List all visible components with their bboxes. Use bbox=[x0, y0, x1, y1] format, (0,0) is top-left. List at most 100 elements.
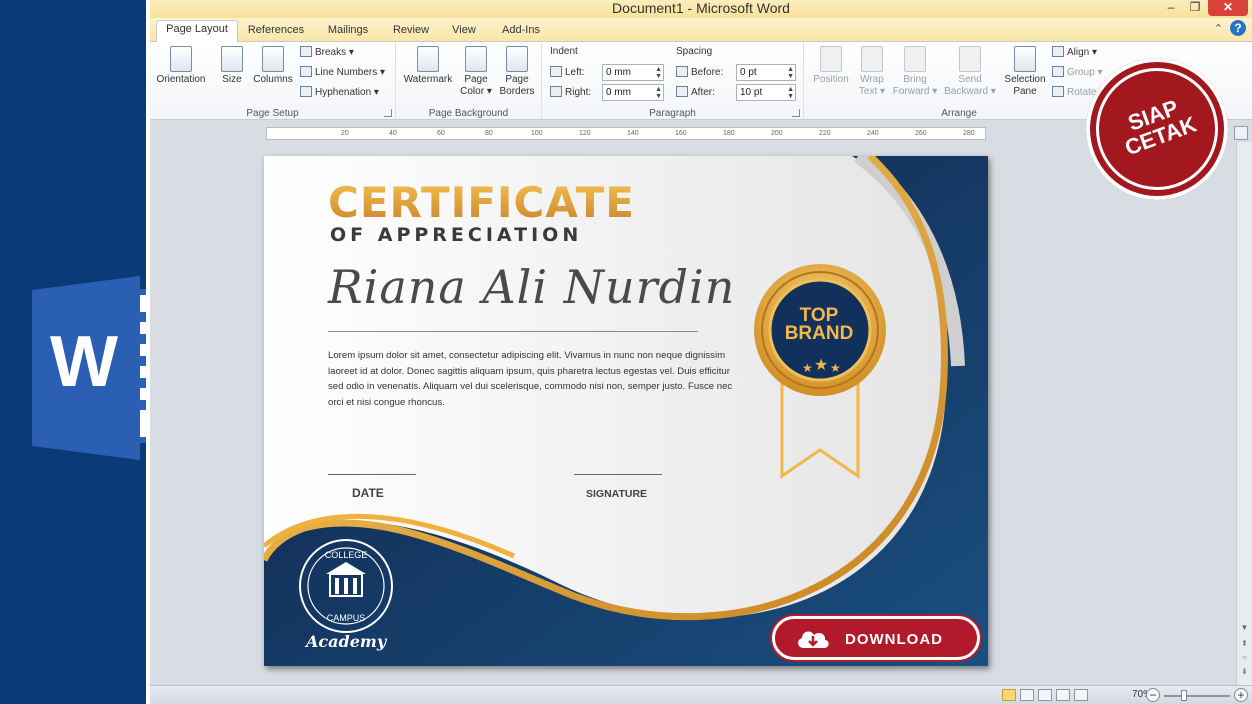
spacing-before-value: 0 pt bbox=[740, 67, 757, 78]
indent-left-input[interactable]: 0 mm ▲ ▼ bbox=[602, 64, 664, 81]
minimize-button[interactable]: – bbox=[1160, 0, 1182, 16]
zoom-out-button[interactable]: − bbox=[1146, 688, 1160, 702]
hyphenation-button[interactable]: Hyphenation ▾ bbox=[300, 86, 379, 100]
web-layout-view-icon[interactable] bbox=[1038, 689, 1052, 701]
rotate-button[interactable]: Rotate bbox=[1052, 86, 1096, 100]
help-icon[interactable]: ? bbox=[1230, 20, 1246, 36]
next-page-icon[interactable]: ⇟ bbox=[1239, 666, 1250, 677]
ruler-tick: 40 bbox=[389, 130, 397, 137]
ruler-tick: 280 bbox=[963, 130, 975, 137]
group-button[interactable]: Group ▾ bbox=[1052, 66, 1103, 80]
page-setup-group: Orientation Size Columns Breaks ▾ Line N… bbox=[150, 42, 396, 120]
certificate-title: CERTIFICATE bbox=[328, 178, 635, 227]
bring-forward-button[interactable]: Bring Forward ▾ bbox=[890, 46, 940, 98]
spacing-after-icon bbox=[676, 86, 688, 97]
tab-mailings[interactable]: Mailings bbox=[322, 22, 374, 42]
signature-label: SIGNATURE bbox=[586, 488, 648, 500]
vertical-scrollbar[interactable]: ▼ ⇞ ○ ⇟ bbox=[1236, 142, 1252, 685]
bring-forward-icon bbox=[904, 46, 926, 72]
indent-right-text: Right: bbox=[565, 87, 592, 98]
zoom-slider[interactable] bbox=[1164, 695, 1230, 697]
watermark-button[interactable]: Watermark bbox=[400, 46, 456, 86]
tab-review[interactable]: Review bbox=[390, 22, 432, 42]
watermark-icon bbox=[417, 46, 439, 72]
breaks-button[interactable]: Breaks ▾ bbox=[300, 46, 354, 60]
maximize-button[interactable]: ❐ bbox=[1184, 0, 1206, 16]
send-backward-button[interactable]: Send Backward ▾ bbox=[942, 46, 998, 98]
orientation-label: Orientation bbox=[156, 74, 206, 85]
send-backward-icon bbox=[959, 46, 981, 72]
academy-label: Academy bbox=[306, 632, 387, 651]
word-window: Document1 - Microsoft Word – ❐ ✕ Page La… bbox=[146, 0, 1252, 704]
full-screen-reading-view-icon[interactable] bbox=[1020, 689, 1034, 701]
zoom-slider-thumb[interactable] bbox=[1181, 690, 1187, 701]
tab-add-ins[interactable]: Add-Ins bbox=[496, 22, 546, 42]
wrap-text-button[interactable]: Wrap Text ▾ bbox=[854, 46, 890, 98]
paragraph-launcher-icon[interactable] bbox=[792, 109, 800, 117]
spinner-arrows-icon[interactable]: ▲ ▼ bbox=[655, 66, 662, 80]
spacing-heading: Spacing bbox=[676, 46, 713, 57]
breaks-icon bbox=[300, 46, 312, 57]
ruler-tick: 220 bbox=[819, 130, 831, 137]
orientation-button[interactable]: Orientation bbox=[152, 46, 210, 86]
line-numbers-button[interactable]: Line Numbers ▾ bbox=[300, 66, 385, 80]
tab-page-layout[interactable]: Page Layout bbox=[156, 20, 238, 43]
page-color-button[interactable]: Page Color ▾ bbox=[456, 46, 496, 98]
window-title: Document1 - Microsoft Word bbox=[612, 0, 790, 16]
hyphenation-label: Hyphenation ▾ bbox=[315, 87, 379, 98]
ribbon-tabs: Page Layout References Mailings Review V… bbox=[150, 18, 1252, 43]
indent-right-input[interactable]: 0 mm ▲ ▼ bbox=[602, 84, 664, 101]
align-button[interactable]: Align ▾ bbox=[1052, 46, 1097, 60]
tab-view[interactable]: View bbox=[448, 22, 480, 42]
size-icon bbox=[221, 46, 243, 72]
page-setup-launcher-icon[interactable] bbox=[384, 109, 392, 117]
columns-button[interactable]: Columns bbox=[250, 46, 296, 86]
minimize-ribbon-icon[interactable]: ⌃ bbox=[1214, 23, 1223, 35]
indent-right-value: 0 mm bbox=[606, 87, 631, 98]
badge-text-brand: BRAND bbox=[784, 323, 854, 344]
print-layout-view-icon[interactable] bbox=[1002, 689, 1016, 701]
ruler-tick: 200 bbox=[771, 130, 783, 137]
help-area: ⌃ ? bbox=[1214, 20, 1246, 36]
date-label: DATE bbox=[352, 486, 384, 500]
ruler-tick: 160 bbox=[675, 130, 687, 137]
tab-references[interactable]: References bbox=[244, 22, 308, 42]
wrap-label-2: Text ▾ bbox=[858, 86, 886, 97]
spinner-arrows-icon[interactable]: ▲ ▼ bbox=[787, 66, 794, 80]
paragraph-group: Indent Spacing Left: 0 mm ▲ ▼ Right: 0 mm ▲… bbox=[542, 42, 804, 120]
ruler-tick: 60 bbox=[437, 130, 445, 137]
page-borders-button[interactable]: Page Borders bbox=[496, 46, 538, 98]
spinner-arrows-icon[interactable]: ▲ ▼ bbox=[787, 86, 794, 100]
browse-object-icon[interactable]: ○ bbox=[1239, 652, 1250, 663]
view-ruler-icon[interactable] bbox=[1234, 126, 1248, 140]
send-label-1: Send bbox=[958, 74, 982, 85]
indent-left-text: Left: bbox=[565, 67, 585, 78]
spacing-before-input[interactable]: 0 pt ▲ ▼ bbox=[736, 64, 796, 81]
download-button[interactable]: DOWNLOAD bbox=[772, 616, 980, 660]
star-icon: ★ bbox=[802, 361, 813, 375]
arrange-group: Position Wrap Text ▾ Bring Forward ▾ Sen… bbox=[804, 42, 1114, 120]
previous-page-icon[interactable]: ⇞ bbox=[1239, 638, 1250, 649]
page-color-label-1: Page bbox=[464, 74, 488, 85]
selection-label-2: Pane bbox=[1013, 86, 1037, 97]
selection-pane-button[interactable]: Selection Pane bbox=[998, 46, 1052, 98]
zoom-in-button[interactable]: + bbox=[1234, 688, 1248, 702]
spacing-after-input[interactable]: 10 pt ▲ ▼ bbox=[736, 84, 796, 101]
rotate-icon bbox=[1052, 86, 1064, 97]
arrange-label: Arrange bbox=[941, 108, 977, 119]
size-button[interactable]: Size bbox=[214, 46, 250, 86]
spacing-after-label: After: bbox=[676, 86, 715, 100]
outline-view-icon[interactable] bbox=[1056, 689, 1070, 701]
horizontal-ruler[interactable]: 20 40 60 80 100 120 140 160 180 200 220 … bbox=[266, 127, 986, 140]
certificate-body: Lorem ipsum dolor sit amet, consectetur … bbox=[328, 350, 733, 408]
svg-text:W: W bbox=[50, 322, 118, 402]
scroll-down-icon[interactable]: ▼ bbox=[1239, 622, 1250, 633]
draft-view-icon[interactable] bbox=[1074, 689, 1088, 701]
position-button[interactable]: Position bbox=[806, 46, 856, 86]
spacing-after-text: After: bbox=[691, 87, 715, 98]
breaks-label: Breaks ▾ bbox=[315, 47, 354, 58]
signature-line bbox=[574, 474, 662, 475]
close-button[interactable]: ✕ bbox=[1208, 0, 1248, 16]
ruler-tick: 140 bbox=[627, 130, 639, 137]
spinner-arrows-icon[interactable]: ▲ ▼ bbox=[655, 86, 662, 100]
